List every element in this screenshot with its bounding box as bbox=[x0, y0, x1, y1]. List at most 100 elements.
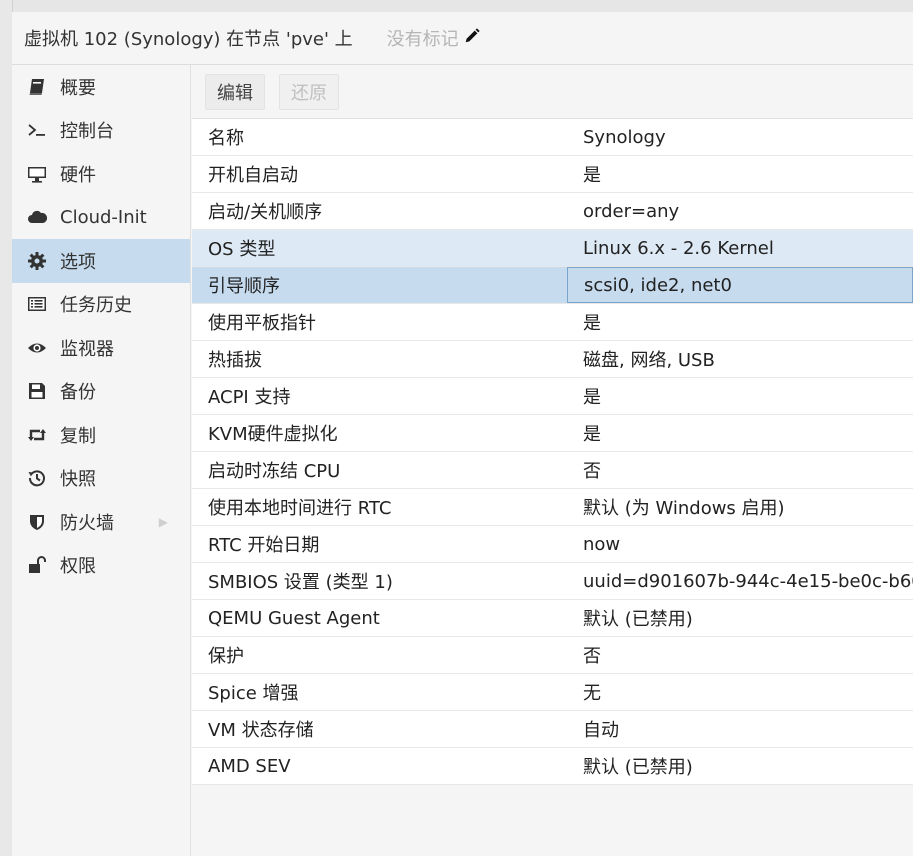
option-row-boot-order[interactable]: 引导顺序 scsi0, ide2, net0 bbox=[192, 267, 913, 304]
option-key: 名称 bbox=[208, 128, 244, 149]
sidebar-item-label: 监视器 bbox=[60, 338, 114, 360]
sidebar-item-summary[interactable]: 概要 bbox=[12, 65, 190, 109]
unlock-icon bbox=[26, 554, 48, 576]
sidebar-item-label: 防火墙 bbox=[60, 512, 114, 534]
sidebar-item-cloud-init[interactable]: Cloud-Init bbox=[12, 196, 190, 240]
cloud-icon bbox=[26, 206, 48, 228]
option-value: 默认 (已禁用) bbox=[583, 609, 693, 630]
pencil-icon[interactable] bbox=[463, 27, 481, 50]
option-key: VM 状态存储 bbox=[208, 720, 314, 741]
edit-button[interactable]: 编辑 bbox=[205, 73, 265, 110]
sidebar-item-label: 选项 bbox=[60, 251, 96, 273]
option-key: 热插拔 bbox=[208, 350, 262, 371]
option-key: 启动时冻结 CPU bbox=[208, 461, 341, 482]
option-value: scsi0, ide2, net0 bbox=[567, 267, 913, 303]
sidebar-item-label: 复制 bbox=[60, 425, 96, 447]
sidebar-item-task-history[interactable]: 任务历史 bbox=[12, 283, 190, 327]
sidebar-item-label: Cloud-Init bbox=[60, 206, 147, 228]
option-key: AMD SEV bbox=[208, 755, 291, 777]
toolbar: 编辑 还原 bbox=[192, 65, 913, 119]
option-value: 是 bbox=[583, 387, 601, 408]
option-key: QEMU Guest Agent bbox=[208, 607, 380, 629]
sidebar-item-label: 权限 bbox=[60, 556, 96, 578]
option-key: SMBIOS 设置 (类型 1) bbox=[208, 572, 393, 593]
option-value: order=any bbox=[583, 200, 680, 222]
option-row-qemu-agent[interactable]: QEMU Guest Agent 默认 (已禁用) bbox=[192, 600, 913, 637]
sidebar-item-firewall[interactable]: 防火墙 ▶ bbox=[12, 500, 190, 544]
sidebar-item-permissions[interactable]: 权限 bbox=[12, 544, 190, 588]
option-key: OS 类型 bbox=[208, 239, 276, 260]
option-row-smbios[interactable]: SMBIOS 设置 (类型 1) uuid=d901607b-944c-4e15… bbox=[192, 563, 913, 600]
sidebar-item-backup[interactable]: 备份 bbox=[12, 370, 190, 414]
option-row-onboot[interactable]: 开机自启动 是 bbox=[192, 156, 913, 193]
option-key: 启动/关机顺序 bbox=[208, 202, 323, 223]
sidebar-item-label: 快照 bbox=[60, 469, 96, 491]
option-row-os-type[interactable]: OS 类型 Linux 6.x - 2.6 Kernel bbox=[192, 230, 913, 267]
option-value: Linux 6.x - 2.6 Kernel bbox=[583, 237, 774, 259]
option-row-amd-sev[interactable]: AMD SEV 默认 (已禁用) bbox=[192, 748, 913, 785]
option-value: 磁盘, 网络, USB bbox=[583, 350, 715, 371]
tags-label: 没有标记 bbox=[386, 29, 459, 50]
option-row-freeze[interactable]: 启动时冻结 CPU 否 bbox=[192, 452, 913, 489]
sidebar-item-snapshots[interactable]: 快照 bbox=[12, 457, 190, 501]
panel-header: 虚拟机 102 (Synology) 在节点 'pve' 上 没有标记 bbox=[12, 12, 913, 65]
sidebar-item-label: 任务历史 bbox=[60, 295, 132, 317]
option-row-startup-order[interactable]: 启动/关机顺序 order=any bbox=[192, 193, 913, 230]
eye-icon bbox=[26, 337, 48, 359]
options-grid: 名称 Synology 开机自启动 是 启动/关机顺序 order=any OS… bbox=[192, 119, 913, 785]
option-value: 否 bbox=[583, 461, 601, 482]
option-row-localtime[interactable]: 使用本地时间进行 RTC 默认 (为 Windows 启用) bbox=[192, 489, 913, 526]
option-key: KVM硬件虚拟化 bbox=[208, 424, 338, 445]
option-row-hotplug[interactable]: 热插拔 磁盘, 网络, USB bbox=[192, 341, 913, 378]
option-value: uuid=d901607b-944c-4e15-be0c-b60c bbox=[583, 570, 913, 592]
chevron-right-icon: ▶ bbox=[158, 514, 168, 529]
sidebar-item-hardware[interactable]: 硬件 bbox=[12, 152, 190, 196]
retweet-icon bbox=[26, 424, 48, 446]
option-value: 是 bbox=[583, 313, 601, 334]
option-value: now bbox=[583, 533, 621, 555]
option-row-vmstate[interactable]: VM 状态存储 自动 bbox=[192, 711, 913, 748]
vm-panel: 虚拟机 102 (Synology) 在节点 'pve' 上 没有标记 概要 控… bbox=[12, 12, 913, 856]
option-key: 使用本地时间进行 RTC bbox=[208, 498, 392, 519]
sidebar-item-replication[interactable]: 复制 bbox=[12, 413, 190, 457]
options-content: 编辑 还原 名称 Synology 开机自启动 是 启动/关机顺序 order=… bbox=[192, 65, 913, 856]
revert-button[interactable]: 还原 bbox=[279, 73, 339, 110]
option-row-protection[interactable]: 保护 否 bbox=[192, 637, 913, 674]
option-value: Synology bbox=[583, 126, 666, 148]
option-value: 默认 (已禁用) bbox=[583, 757, 693, 778]
option-key: 引导顺序 bbox=[208, 276, 280, 297]
option-value: 是 bbox=[583, 424, 601, 445]
tags-editor[interactable]: 没有标记 bbox=[387, 25, 481, 51]
sidebar-item-console[interactable]: 控制台 bbox=[12, 109, 190, 153]
page-title: 虚拟机 102 (Synology) 在节点 'pve' 上 bbox=[24, 29, 353, 50]
option-row-name[interactable]: 名称 Synology bbox=[192, 119, 913, 156]
gear-icon bbox=[26, 250, 48, 272]
option-row-acpi[interactable]: ACPI 支持 是 bbox=[192, 378, 913, 415]
sidebar-item-monitor[interactable]: 监视器 bbox=[12, 326, 190, 370]
option-key: 开机自启动 bbox=[208, 165, 298, 186]
option-row-tablet[interactable]: 使用平板指针 是 bbox=[192, 304, 913, 341]
sidebar-item-label: 概要 bbox=[60, 77, 96, 99]
option-key: ACPI 支持 bbox=[208, 387, 291, 408]
option-value: 否 bbox=[583, 646, 601, 667]
sidebar-item-label: 控制台 bbox=[60, 121, 114, 143]
floppy-icon bbox=[26, 380, 48, 402]
option-value: 自动 bbox=[583, 720, 619, 741]
option-key: Spice 增强 bbox=[208, 683, 299, 704]
option-key: 使用平板指针 bbox=[208, 313, 316, 334]
option-key: 保护 bbox=[208, 646, 244, 667]
option-row-spice[interactable]: Spice 增强 无 bbox=[192, 674, 913, 711]
sidebar-item-label: 备份 bbox=[60, 382, 96, 404]
option-row-rtc-startdate[interactable]: RTC 开始日期 now bbox=[192, 526, 913, 563]
list-icon bbox=[26, 293, 48, 315]
history-icon bbox=[26, 467, 48, 489]
sidebar-item-options[interactable]: 选项 bbox=[12, 239, 190, 283]
shield-icon bbox=[26, 511, 48, 533]
option-value: 是 bbox=[583, 165, 601, 186]
terminal-icon bbox=[26, 119, 48, 141]
monitor-icon bbox=[26, 163, 48, 185]
option-value: 默认 (为 Windows 启用) bbox=[583, 498, 785, 519]
sidebar-nav: 概要 控制台 硬件 Cloud-Init 选项 任务历史 监视器 备份 复制 快… bbox=[12, 65, 191, 856]
option-row-kvm[interactable]: KVM硬件虚拟化 是 bbox=[192, 415, 913, 452]
sidebar-item-label: 硬件 bbox=[60, 164, 96, 186]
